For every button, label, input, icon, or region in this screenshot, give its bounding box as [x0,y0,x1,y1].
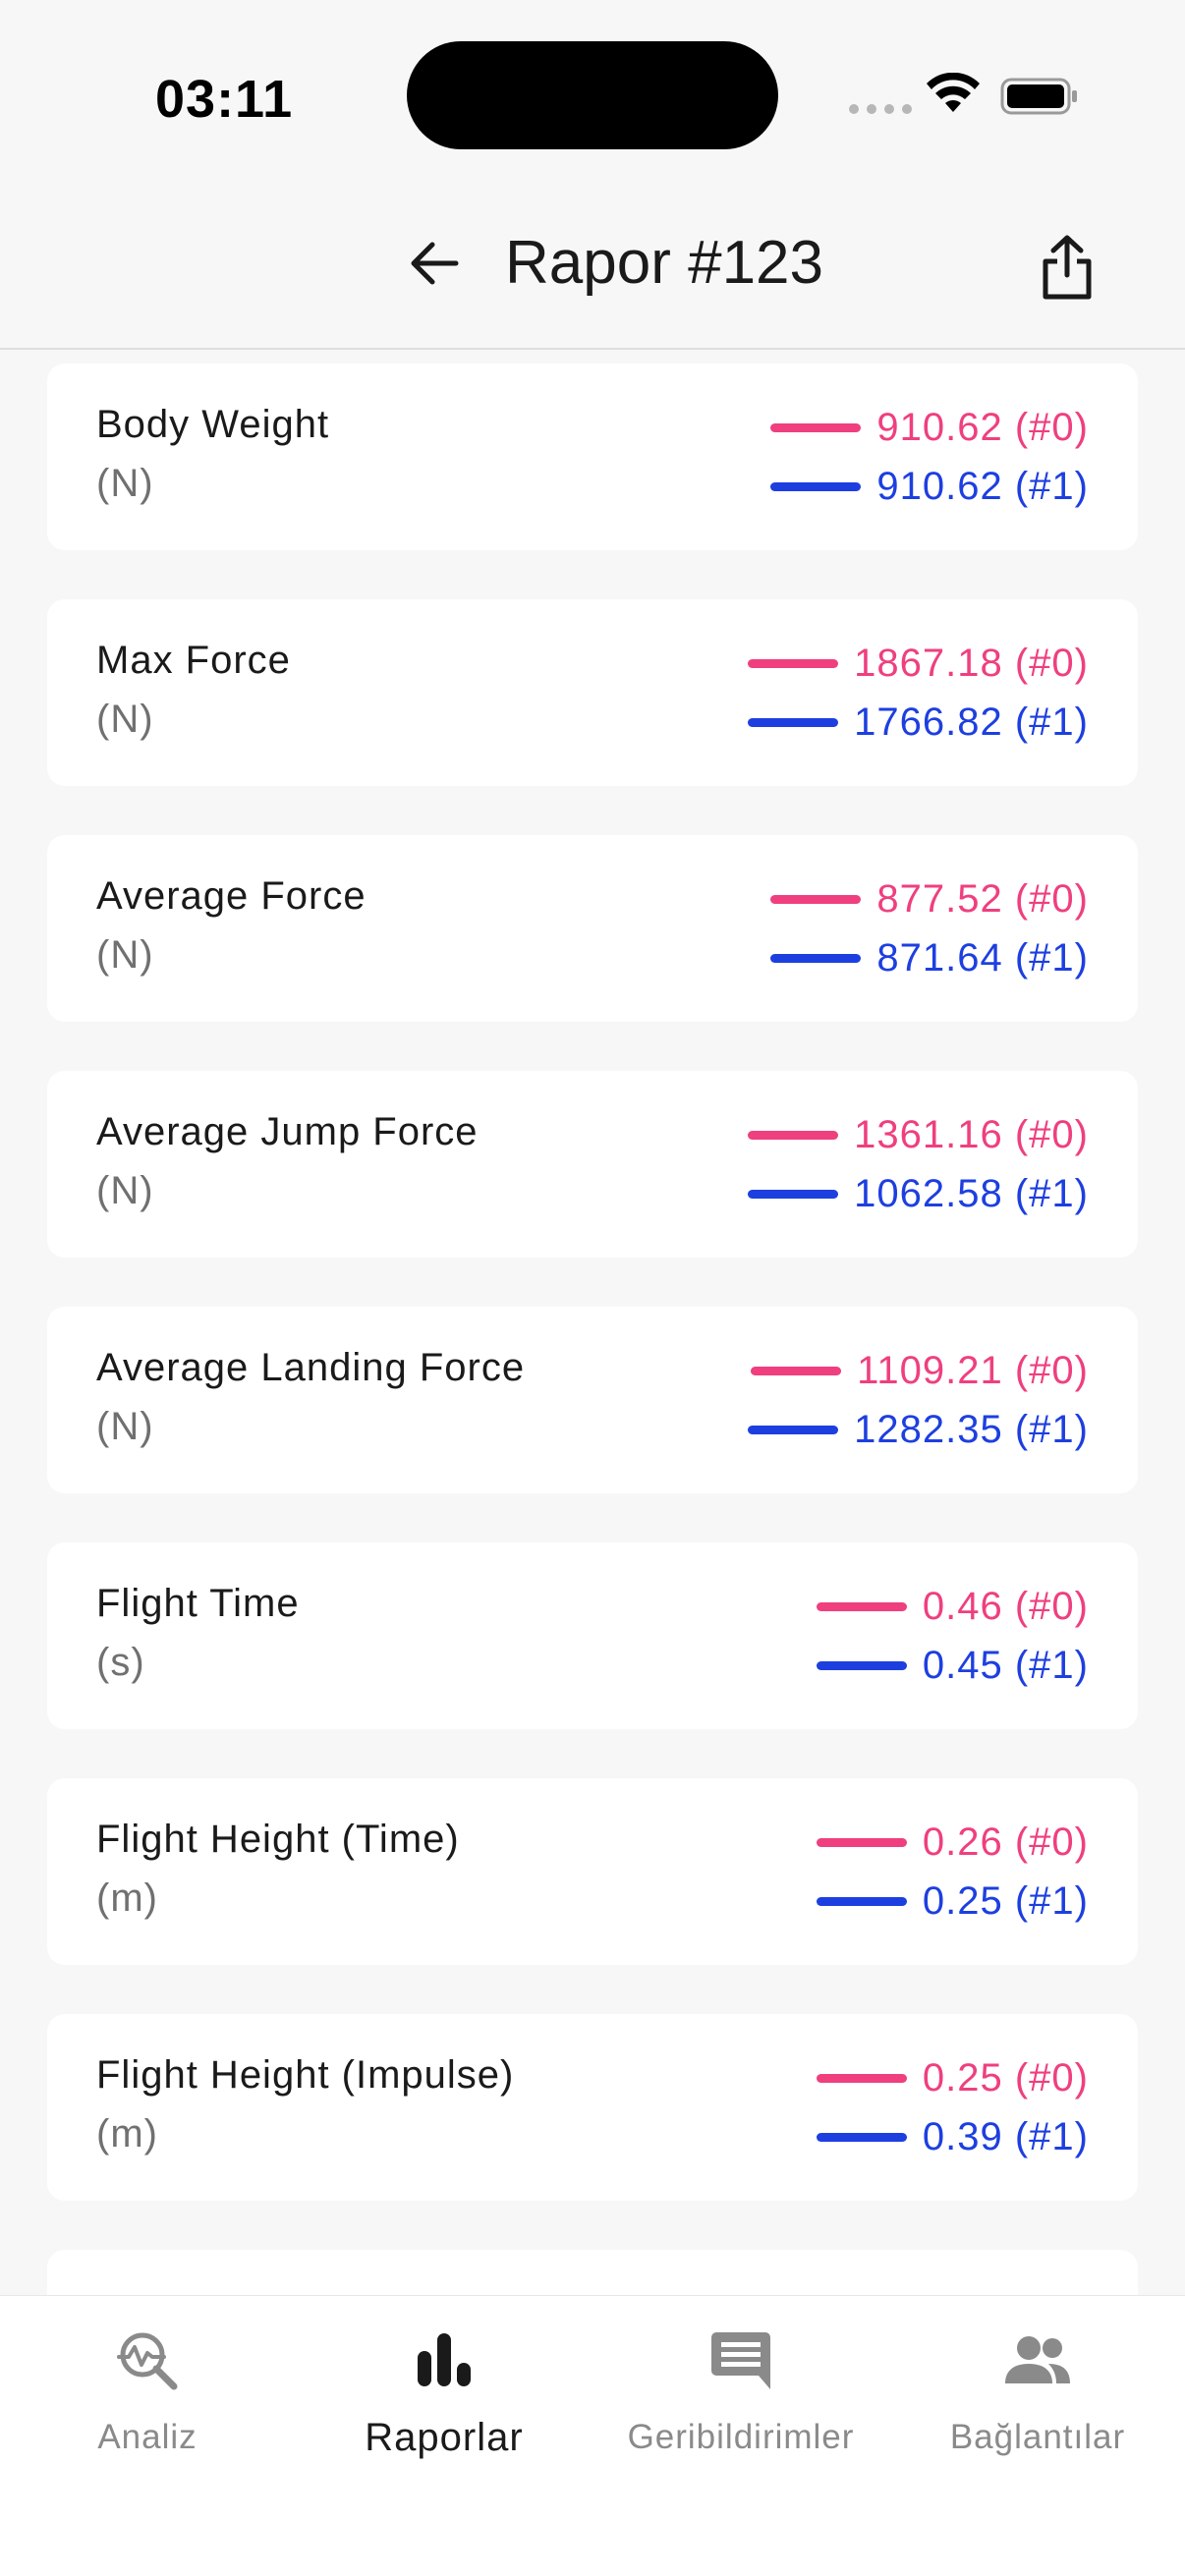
series0-row: 1867.18 (#0) [748,639,1089,688]
series1-row: 1282.35 (#1) [748,1405,1089,1454]
series1-row: 0.39 (#1) [816,2112,1089,2161]
metric-card-flight-height-time: Flight Height (Time) (m) 0.26 (#0) 0.25 … [47,1778,1138,1965]
series0-value: 1109.21 (#0) [857,1348,1089,1392]
nav-item-analiz[interactable]: Analiz [0,2325,295,2473]
series0-value: 0.25 (#0) [922,2055,1089,2100]
series1-value: 910.62 (#1) [876,464,1089,508]
series0-value: 1361.16 (#0) [854,1112,1089,1156]
nav-item-baglantilar[interactable]: Bağlantılar [890,2325,1185,2473]
series1-value: 0.39 (#1) [922,2114,1089,2158]
metric-card-body-weight: Body Weight (N) 910.62 (#0) 910.62 (#1) [47,364,1138,550]
series0-legend-line [816,1837,907,1847]
series0-value: 910.62 (#0) [876,405,1089,449]
series0-row: 1109.21 (#0) [751,1346,1089,1395]
series0-legend-line [770,422,862,432]
metric-title: Body Weight [96,403,330,446]
series0-row: 877.52 (#0) [770,874,1089,924]
metric-card-partial [47,2250,1138,2295]
series1-legend-line [770,481,862,491]
top-app-bar: Rapor #123 [0,187,1185,350]
bar-chart-icon [418,2333,471,2386]
metric-unit: (N) [96,462,154,505]
series0-value: 0.46 (#0) [922,1584,1089,1628]
series0-row: 910.62 (#0) [770,403,1089,452]
metric-card-flight-time: Flight Time (s) 0.46 (#0) 0.45 (#1) [47,1542,1138,1729]
metric-title: Average Landing Force [96,1346,526,1389]
dynamic-island [407,41,778,149]
analysis-icon [117,2332,178,2390]
nav-item-raporlar[interactable]: Raporlar [297,2325,592,2473]
share-button[interactable] [1028,228,1106,307]
metric-title: Max Force [96,639,291,682]
series0-value: 0.26 (#0) [922,1820,1089,1864]
metric-unit: (N) [96,698,154,741]
series1-legend-line [816,1660,907,1670]
series0-value: 1867.18 (#0) [854,641,1089,685]
series1-legend-line [748,1189,839,1199]
series1-row: 0.25 (#1) [816,1876,1089,1926]
series1-legend-line [748,717,839,727]
cellular-signal-icon [849,104,912,114]
metric-title: Flight Height (Time) [96,1818,460,1861]
battery-icon [1000,78,1077,115]
bottom-navigation: Analiz Raporlar Geribildirimler Bağlantı… [0,2295,1185,2576]
series0-legend-line [748,658,839,668]
series1-row: 910.62 (#1) [770,462,1089,511]
series1-legend-line [770,953,862,963]
metric-card-flight-height-impulse: Flight Height (Impulse) (m) 0.25 (#0) 0.… [47,2014,1138,2201]
metric-title: Average Force [96,874,367,918]
metric-unit: (N) [96,1405,154,1448]
metric-title: Average Jump Force [96,1110,479,1153]
series0-row: 0.46 (#0) [816,1582,1089,1631]
series1-value: 0.45 (#1) [922,1643,1089,1687]
people-icon [1005,2336,1070,2383]
series1-row: 1062.58 (#1) [748,1169,1089,1218]
nav-label: Geribildirimler [627,2418,855,2456]
nav-item-geribildirimler[interactable]: Geribildirimler [593,2325,888,2473]
series0-legend-line [816,1601,907,1611]
series0-legend-line [816,2073,907,2083]
series1-row: 871.64 (#1) [770,933,1089,982]
nav-label: Raporlar [365,2416,524,2459]
metric-unit: (N) [96,933,154,977]
metric-card-average-jump-force: Average Jump Force (N) 1361.16 (#0) 1062… [47,1071,1138,1258]
series1-value: 1282.35 (#1) [854,1407,1089,1451]
series0-row: 1361.16 (#0) [748,1110,1089,1159]
metric-title: Flight Height (Impulse) [96,2053,515,2097]
series1-value: 871.64 (#1) [876,935,1089,980]
status-bar: 03:11 [0,0,1185,187]
metric-unit: (s) [96,1641,145,1684]
message-icon [711,2332,770,2389]
metric-card-max-force: Max Force (N) 1867.18 (#0) 1766.82 (#1) [47,599,1138,786]
metric-unit: (m) [96,2112,158,2156]
series0-legend-line [748,1130,839,1140]
arrow-left-icon [411,242,459,285]
page-title: Rapor #123 [505,229,824,297]
metrics-list[interactable]: Body Weight (N) 910.62 (#0) 910.62 (#1) … [47,364,1138,2295]
series1-row: 0.45 (#1) [816,1641,1089,1690]
series1-legend-line [816,1896,907,1906]
metric-card-average-landing-force: Average Landing Force (N) 1109.21 (#0) 1… [47,1307,1138,1493]
series0-row: 0.26 (#0) [816,1818,1089,1867]
series1-row: 1766.82 (#1) [748,698,1089,747]
nav-label: Bağlantılar [949,2418,1126,2456]
series0-legend-line [751,1366,842,1375]
wifi-icon [927,73,980,112]
series1-value: 0.25 (#1) [922,1878,1089,1923]
back-button[interactable] [397,226,472,301]
metric-unit: (m) [96,1876,158,1920]
nav-label: Analiz [97,2418,198,2456]
series1-value: 1766.82 (#1) [854,700,1089,744]
share-icon [1043,235,1092,300]
series1-legend-line [748,1425,839,1434]
metric-title: Flight Time [96,1582,300,1625]
series0-row: 0.25 (#0) [816,2053,1089,2102]
metric-card-average-force: Average Force (N) 877.52 (#0) 871.64 (#1… [47,835,1138,1022]
series0-legend-line [770,894,862,904]
metric-unit: (N) [96,1169,154,1212]
series0-value: 877.52 (#0) [876,876,1089,921]
series1-value: 1062.58 (#1) [854,1171,1089,1215]
series1-legend-line [816,2132,907,2142]
status-time: 03:11 [155,70,294,129]
